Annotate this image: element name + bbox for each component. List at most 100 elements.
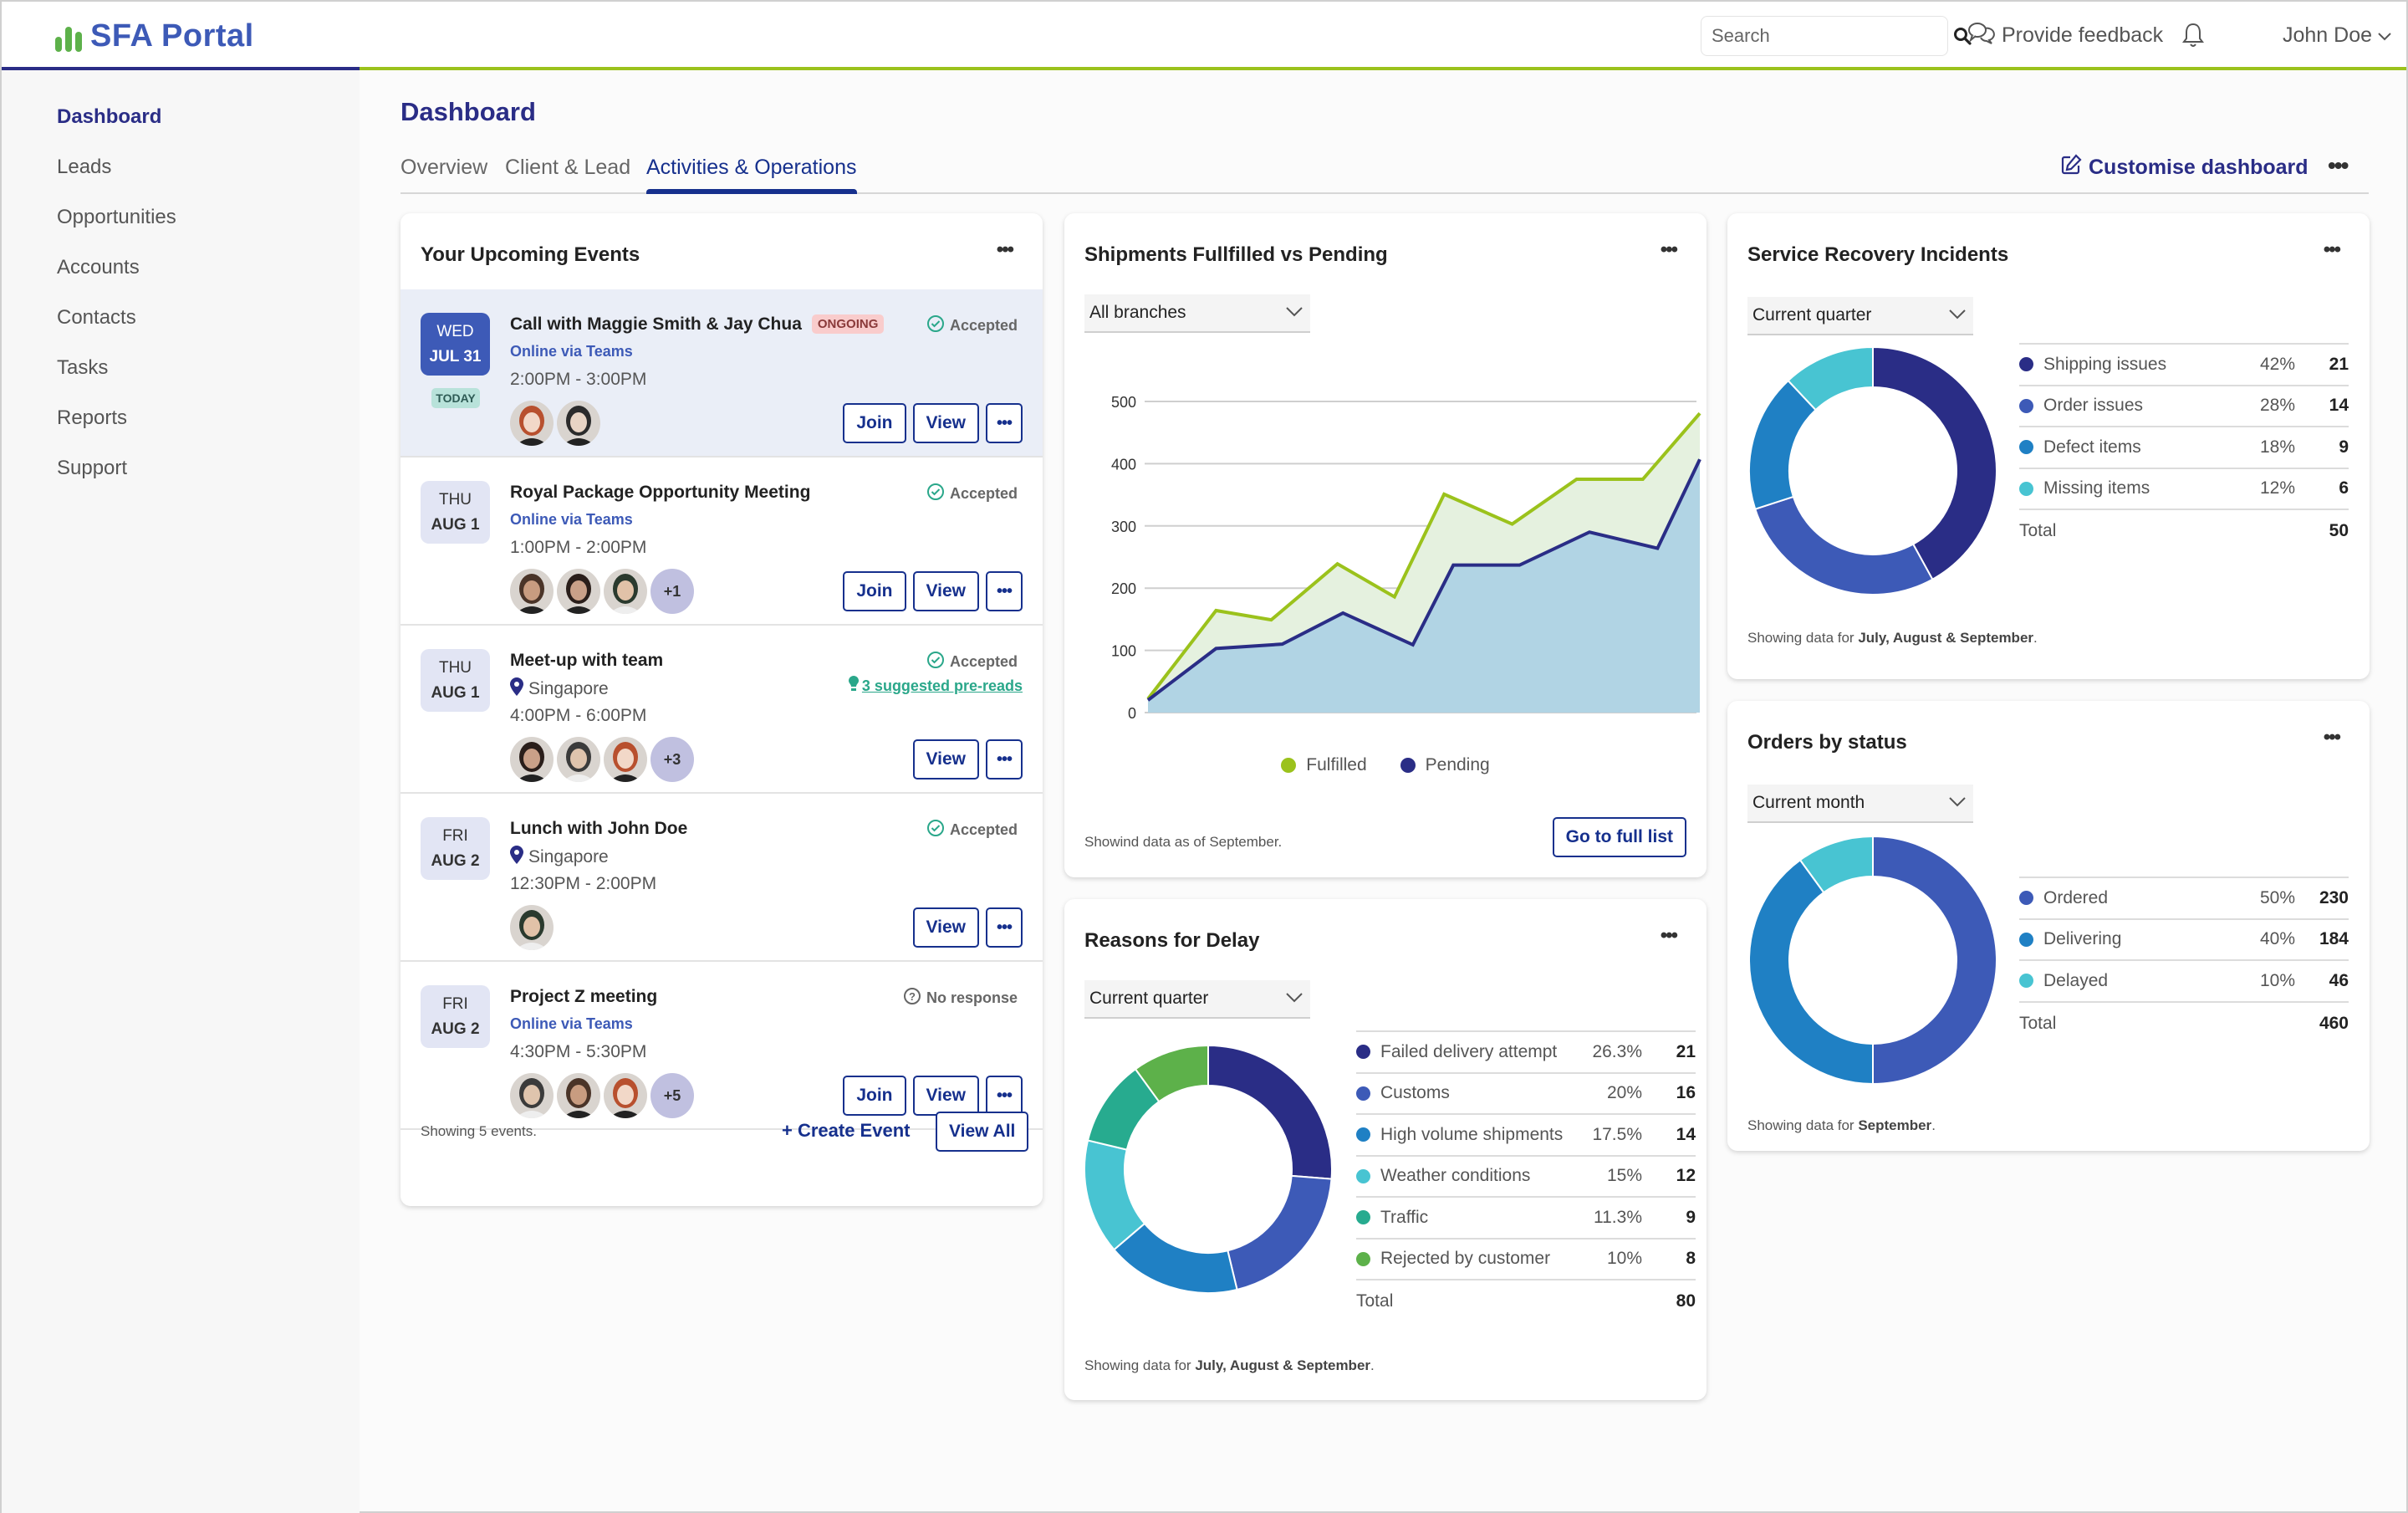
y-tick-label: 0 — [1128, 705, 1136, 722]
attendee-avatar[interactable] — [604, 737, 647, 782]
app-logo[interactable]: SFA Portal — [55, 18, 254, 54]
legend-swatch — [1356, 1127, 1370, 1142]
legend-percent: 10% — [1606, 1249, 1642, 1269]
attendee-avatar[interactable] — [604, 569, 647, 614]
legend-label: Fulfilled — [1306, 755, 1367, 774]
tab-activities-operations[interactable]: Activities & Operations — [646, 156, 857, 194]
event-title[interactable]: Call with Maggie Smith & Jay Chua ONGOING — [510, 314, 885, 335]
rsvp-status-text: No response — [926, 989, 1018, 1006]
more-options-icon[interactable]: ••• — [1661, 238, 1678, 262]
note-suffix: . — [1370, 1357, 1375, 1373]
event-day: AUG 2 — [431, 852, 480, 870]
more-options-icon[interactable]: ••• — [2324, 238, 2341, 262]
y-tick-label: 300 — [1111, 519, 1136, 535]
event-title[interactable]: Meet-up with team — [510, 651, 663, 671]
view-button[interactable]: View — [912, 907, 979, 948]
sidebar-item-contacts[interactable]: Contacts — [57, 306, 136, 330]
y-tick-label: 100 — [1111, 643, 1136, 660]
event-location[interactable]: Online via Teams — [510, 1015, 633, 1033]
create-event-link[interactable]: + Create Event — [782, 1120, 910, 1142]
search-input[interactable] — [1712, 25, 1952, 47]
suggested-prereads-link[interactable]: 3 suggested pre-reads — [848, 676, 1023, 697]
view-all-button[interactable]: View All — [936, 1112, 1029, 1152]
attendee-avatar[interactable] — [510, 905, 554, 950]
period-filter-select[interactable]: Current quarter — [1084, 980, 1310, 1019]
legend-label: Ordered — [2043, 887, 2109, 907]
join-button[interactable]: Join — [843, 403, 906, 443]
event-title-text: Project Z meeting — [510, 987, 658, 1006]
chevron-down-icon — [1948, 305, 1967, 325]
event-more-button[interactable]: ••• — [986, 571, 1023, 611]
event-row: FRI AUG 2 Lunch with John Doe Singapore 12:3… — [400, 794, 1043, 962]
orders-by-status-card: Orders by status ••• Current month Order… — [1727, 701, 2370, 1151]
legend-row: Customs 20% 16 — [1356, 1074, 1696, 1115]
event-date: WED JUL 31 — [421, 313, 490, 376]
period-filter-select[interactable]: Current month — [1747, 785, 1973, 823]
more-attendees-count[interactable]: +1 — [650, 569, 694, 614]
tab-client-lead[interactable]: Client & Lead — [505, 156, 630, 180]
sidebar-item-leads[interactable]: Leads — [57, 156, 111, 179]
sidebar-item-reports[interactable]: Reports — [57, 406, 127, 430]
event-row: THU AUG 1 Royal Package Opportunity Meetin… — [400, 457, 1043, 626]
legend-value: 9 — [2339, 437, 2349, 457]
event-title[interactable]: Lunch with John Doe — [510, 819, 687, 839]
today-badge: TODAY — [431, 388, 480, 408]
more-options-icon[interactable]: ••• — [2324, 726, 2341, 749]
provide-feedback-button[interactable]: Provide feedback — [1967, 20, 2163, 51]
event-title[interactable]: Project Z meeting — [510, 987, 657, 1007]
shipments-card: Shipments Fullfilled vs Pending ••• All … — [1064, 213, 1707, 877]
attendee-avatar[interactable] — [557, 401, 600, 446]
sidebar-item-support[interactable]: Support — [57, 457, 127, 480]
period-filter-select[interactable]: Current quarter — [1747, 297, 1973, 335]
events-count: Showing 5 events. — [421, 1123, 537, 1139]
view-button[interactable]: View — [912, 739, 979, 780]
go-to-full-list-button[interactable]: Go to full list — [1552, 817, 1686, 857]
attendee-avatar[interactable] — [510, 569, 554, 614]
attendee-avatars — [510, 905, 554, 950]
customise-dashboard-button[interactable]: Customise dashboard — [2060, 154, 2309, 181]
total-value: 460 — [2319, 1013, 2349, 1033]
search-box[interactable] — [1701, 16, 1972, 56]
more-options-icon[interactable]: ••• — [997, 238, 1014, 262]
attendee-avatar[interactable] — [510, 401, 554, 446]
attendee-avatar[interactable] — [557, 569, 600, 614]
sidebar-item-opportunities[interactable]: Opportunities — [57, 206, 176, 229]
tab-overview[interactable]: Overview — [400, 156, 487, 180]
legend-row: Defect items 18% 9 — [2019, 427, 2349, 469]
sidebar-item-dashboard[interactable]: Dashboard — [57, 105, 161, 129]
event-title[interactable]: Royal Package Opportunity Meeting — [510, 483, 810, 503]
select-value: Current quarter — [1089, 989, 1209, 1008]
legend-label: Defect items — [2043, 437, 2141, 457]
more-options-icon[interactable]: ••• — [1661, 924, 1678, 948]
event-weekday: FRI — [442, 827, 468, 845]
event-location[interactable]: Online via Teams — [510, 511, 633, 529]
attendee-avatar[interactable] — [557, 737, 600, 782]
user-menu[interactable]: John Doe — [2283, 23, 2392, 48]
join-button[interactable]: Join — [843, 571, 906, 611]
notifications-bell-icon[interactable] — [2182, 22, 2204, 53]
branch-filter-select[interactable]: All branches — [1084, 294, 1310, 333]
events-footer: Showing 5 events. + Create Event View Al… — [400, 1058, 1043, 1206]
event-more-button[interactable]: ••• — [986, 739, 1023, 780]
legend-percent: 12% — [2259, 478, 2295, 498]
page-more-options-icon[interactable]: ••• — [2328, 152, 2349, 179]
donut-slice — [1748, 858, 1874, 1086]
event-more-button[interactable]: ••• — [986, 403, 1023, 443]
event-day: AUG 2 — [431, 1020, 480, 1038]
card-title: Reasons for Delay — [1084, 929, 1260, 952]
sidebar-item-tasks[interactable]: Tasks — [57, 356, 108, 380]
view-button[interactable]: View — [912, 403, 979, 443]
sidebar-item-accounts[interactable]: Accounts — [57, 256, 140, 279]
more-attendees-count[interactable]: +3 — [650, 737, 694, 782]
legend-label: Order issues — [2043, 396, 2144, 416]
event-more-button[interactable]: ••• — [986, 907, 1023, 948]
rsvp-status: Accepted — [926, 651, 1018, 673]
event-location[interactable]: Online via Teams — [510, 343, 633, 360]
reasons-legend-table: Failed delivery attempt 26.3% 21 Customs 20%… — [1356, 1030, 1696, 1322]
event-date: FRI AUG 2 — [421, 817, 490, 880]
view-button[interactable]: View — [912, 571, 979, 611]
legend-swatch — [2019, 357, 2033, 372]
legend-percent: 10% — [2259, 970, 2295, 990]
rsvp-status: Accepted — [926, 483, 1018, 505]
attendee-avatar[interactable] — [510, 737, 554, 782]
